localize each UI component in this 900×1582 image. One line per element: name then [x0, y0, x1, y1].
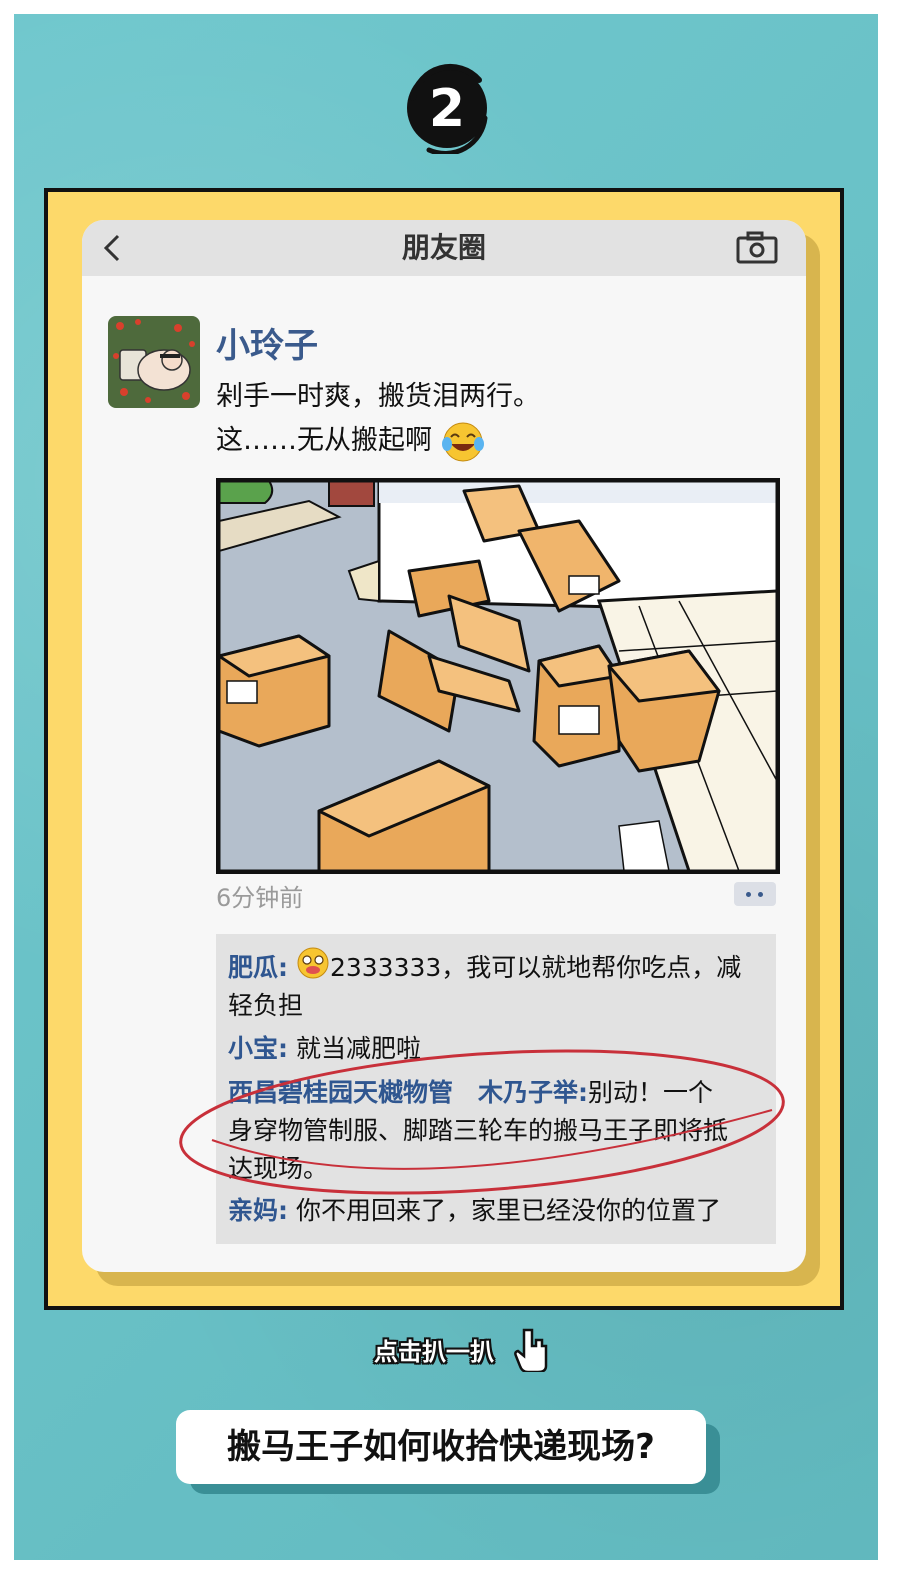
page: 2 朋友圈 小玲子 剁手一时爽，搬货泪两行。 这……无从搬起啊 6分钟前 肥瓜:… — [0, 0, 900, 1582]
comment-author[interactable]: 肥瓜: — [228, 953, 288, 982]
comment-author[interactable]: 西昌碧桂园天樾物管 木乃子举: — [228, 1078, 588, 1107]
comment-item: 小宝: 就当减肥啦 — [228, 1030, 768, 1068]
comment-item-highlighted: 西昌碧桂园天樾物管 木乃子举:别动！一个 身穿物管制服、脚踏三轮车的搬马王子即将… — [228, 1074, 768, 1188]
comment-text-cont: 身穿物管制服、脚踏三轮车的搬马王子即将抵 — [228, 1116, 729, 1145]
drooling-emoji-icon — [297, 947, 329, 979]
comment-item: 肥瓜: 2333333，我可以就地帮你吃点，减 轻负担 — [228, 946, 768, 1025]
tap-hint-text: 点击扒一扒 — [374, 1338, 494, 1366]
post-timestamp: 6分钟前 — [216, 884, 304, 912]
post-text-line2: 这……无从搬起啊 — [216, 418, 485, 464]
post-username[interactable]: 小玲子 — [216, 318, 318, 367]
comments-panel: 肥瓜: 2333333，我可以就地帮你吃点，减 轻负担 小宝: 就当减肥啦 西昌… — [216, 934, 776, 1244]
avatar[interactable] — [108, 316, 200, 408]
badge-number: 2 — [429, 79, 465, 139]
moments-header: 朋友圈 — [82, 220, 806, 276]
comment-text: 别动！一个 — [588, 1078, 714, 1107]
packages-comic-image[interactable] — [216, 478, 780, 874]
post-text-line2-text: 这……无从搬起啊 — [216, 425, 432, 456]
pointing-hand-icon — [514, 1328, 548, 1372]
comment-item: 亲妈: 你不用回来了，家里已经没你的位置了 — [228, 1192, 768, 1230]
moments-card: 朋友圈 小玲子 剁手一时爽，搬货泪两行。 这……无从搬起啊 6分钟前 肥瓜: 2… — [82, 220, 806, 1272]
more-dot-icon — [746, 892, 751, 897]
more-dot-icon — [758, 892, 763, 897]
camera-icon[interactable] — [734, 230, 780, 266]
comment-text: 2333333，我可以就地帮你吃点，减 — [329, 953, 742, 982]
cta-button[interactable]: 搬马王子如何收拾快递现场? — [176, 1410, 706, 1484]
more-actions-button[interactable] — [734, 882, 776, 906]
laughing-tears-emoji-icon — [441, 422, 484, 461]
post-text-line1: 剁手一时爽，搬货泪两行。 — [216, 381, 540, 412]
comment-text: 就当减肥啦 — [295, 1034, 421, 1063]
comment-author[interactable]: 小宝: — [228, 1034, 288, 1063]
comment-author[interactable]: 亲妈: — [228, 1196, 288, 1225]
back-arrow-icon[interactable] — [96, 230, 132, 266]
header-title: 朋友圈 — [401, 231, 486, 264]
comment-text-cont2: 达现场。 — [228, 1154, 329, 1183]
comment-text: 你不用回来了，家里已经没你的位置了 — [295, 1196, 721, 1225]
comment-text-cont: 轻负担 — [228, 991, 304, 1020]
number-badge: 2 — [407, 64, 488, 154]
